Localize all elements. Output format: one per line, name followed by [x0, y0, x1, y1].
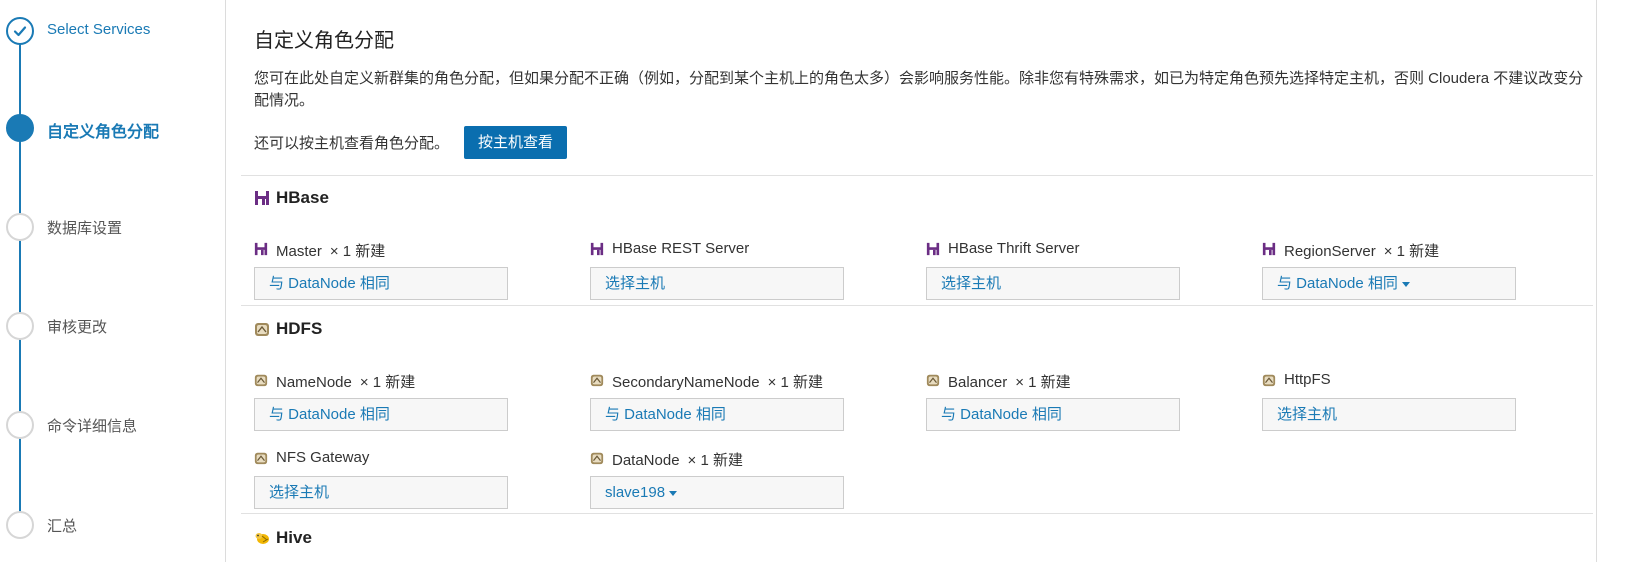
pending-step-dot-icon — [6, 411, 34, 439]
view-by-host-button[interactable]: 按主机查看 — [464, 126, 568, 159]
role-assignment-panel: 自定义角色分配 您可在此处自定义新群集的角色分配，但如果分配不正确（例如，分配到… — [226, 0, 1596, 562]
hbase-icon — [926, 242, 940, 256]
caret-down-icon — [1401, 281, 1410, 287]
hdfs-icon — [926, 374, 940, 387]
hdfs-icon — [1262, 374, 1276, 387]
host-picker[interactable]: 与 DataNode 相同 — [926, 398, 1180, 431]
wizard-step-label: 数据库设置 — [47, 220, 123, 237]
hbase-icon — [1262, 242, 1276, 256]
role-hdfs-nfs-gateway: NFS Gateway 选择主机 — [254, 449, 508, 509]
wizard-step-review-changes[interactable]: 审核更改 — [0, 305, 226, 345]
hdfs-icon — [590, 452, 604, 465]
role-hbase-rest-server: HBase REST Server 选择主机 — [590, 240, 844, 300]
role-count: × 1 新建 — [687, 452, 743, 469]
check-circle-icon — [6, 17, 34, 45]
active-step-dot-icon — [6, 114, 34, 142]
role-name: DataNode × 1 新建 — [612, 452, 743, 469]
role-name: HBase REST Server — [612, 240, 750, 257]
role-hdfs-secondarynamenode: SecondaryNameNode × 1 新建 与 DataNode 相同 — [590, 371, 844, 431]
wizard-step-select-services[interactable]: Select Services — [0, 10, 226, 50]
service-name: HBase — [276, 188, 329, 207]
wizard-step-label: Select Services — [47, 21, 151, 38]
wizard-sidebar: Select Services 自定义角色分配 数据库设置 审核更改 命令详细信… — [0, 0, 226, 562]
host-picker[interactable]: 选择主机 — [254, 476, 508, 509]
panel-right-border — [1596, 0, 1597, 562]
wizard-step-label: 命令详细信息 — [47, 418, 138, 435]
hbase-icon — [255, 191, 269, 205]
role-hbase-thrift-server: HBase Thrift Server 选择主机 — [926, 240, 1180, 300]
pending-step-dot-icon — [6, 511, 34, 539]
wizard-step-summary[interactable]: 汇总 — [0, 504, 226, 544]
wizard-step-database-setup[interactable]: 数据库设置 — [0, 206, 226, 246]
page-title: 自定义角色分配 — [254, 30, 394, 52]
divider — [241, 175, 1593, 176]
role-hbase-regionserver: RegionServer × 1 新建 与 DataNode 相同 — [1262, 240, 1516, 300]
hbase-icon — [590, 242, 604, 256]
wizard-step-label: 自定义角色分配 — [47, 124, 160, 141]
role-count: × 1 新建 — [767, 374, 824, 391]
hdfs-icon — [254, 374, 268, 387]
host-picker[interactable]: 选择主机 — [926, 267, 1180, 300]
role-name: SecondaryNameNode × 1 新建 — [612, 374, 824, 391]
role-name: HBase Thrift Server — [948, 240, 1080, 257]
role-hbase-master: Master × 1 新建 与 DataNode 相同 — [254, 240, 508, 300]
hdfs-icon — [590, 374, 604, 387]
divider — [241, 305, 1593, 306]
role-name: NameNode × 1 新建 — [276, 374, 416, 391]
hive-icon — [255, 533, 269, 544]
role-count: × 1 新建 — [1015, 374, 1071, 391]
role-name: NFS Gateway — [276, 449, 370, 466]
wizard-step-custom-role-assignment[interactable]: 自定义角色分配 — [0, 107, 226, 147]
hdfs-icon — [254, 452, 268, 465]
role-hdfs-balancer: Balancer × 1 新建 与 DataNode 相同 — [926, 371, 1180, 431]
role-hdfs-datanode: DataNode × 1 新建 slave198 — [590, 449, 844, 509]
wizard-step-label: 审核更改 — [47, 319, 108, 336]
service-name: HDFS — [276, 319, 323, 338]
hdfs-icon — [255, 323, 269, 336]
host-picker[interactable]: 与 DataNode 相同 — [254, 267, 508, 300]
role-hdfs-httpfs: HttpFS 选择主机 — [1262, 371, 1516, 431]
role-count: × 1 新建 — [1383, 243, 1440, 260]
divider — [241, 513, 1593, 514]
host-picker[interactable]: 选择主机 — [590, 267, 844, 300]
caret-down-icon — [669, 490, 678, 496]
wizard-step-command-details[interactable]: 命令详细信息 — [0, 404, 226, 444]
view-by-host-hint: 还可以按主机查看角色分配。 — [254, 135, 450, 152]
wizard-step-label: 汇总 — [47, 518, 78, 535]
host-picker-dropdown[interactable]: 与 DataNode 相同 — [1262, 267, 1516, 300]
role-count: × 1 新建 — [329, 243, 386, 260]
service-name: Hive — [276, 528, 312, 547]
role-hdfs-namenode: NameNode × 1 新建 与 DataNode 相同 — [254, 371, 508, 431]
host-picker[interactable]: 与 DataNode 相同 — [254, 398, 508, 431]
pending-step-dot-icon — [6, 312, 34, 340]
intro-text: 您可在此处自定义新群集的角色分配，但如果分配不正确（例如，分配到某个主机上的角色… — [254, 70, 1584, 109]
role-name: Master × 1 新建 — [276, 243, 386, 260]
role-name: HttpFS — [1284, 371, 1331, 388]
role-count: × 1 新建 — [359, 374, 416, 391]
host-picker[interactable]: 与 DataNode 相同 — [590, 398, 844, 431]
hbase-icon — [254, 242, 268, 256]
role-name: RegionServer × 1 新建 — [1284, 243, 1440, 260]
pending-step-dot-icon — [6, 213, 34, 241]
host-picker-dropdown[interactable]: slave198 — [590, 476, 844, 509]
host-picker[interactable]: 选择主机 — [1262, 398, 1516, 431]
role-name: Balancer × 1 新建 — [948, 374, 1071, 391]
